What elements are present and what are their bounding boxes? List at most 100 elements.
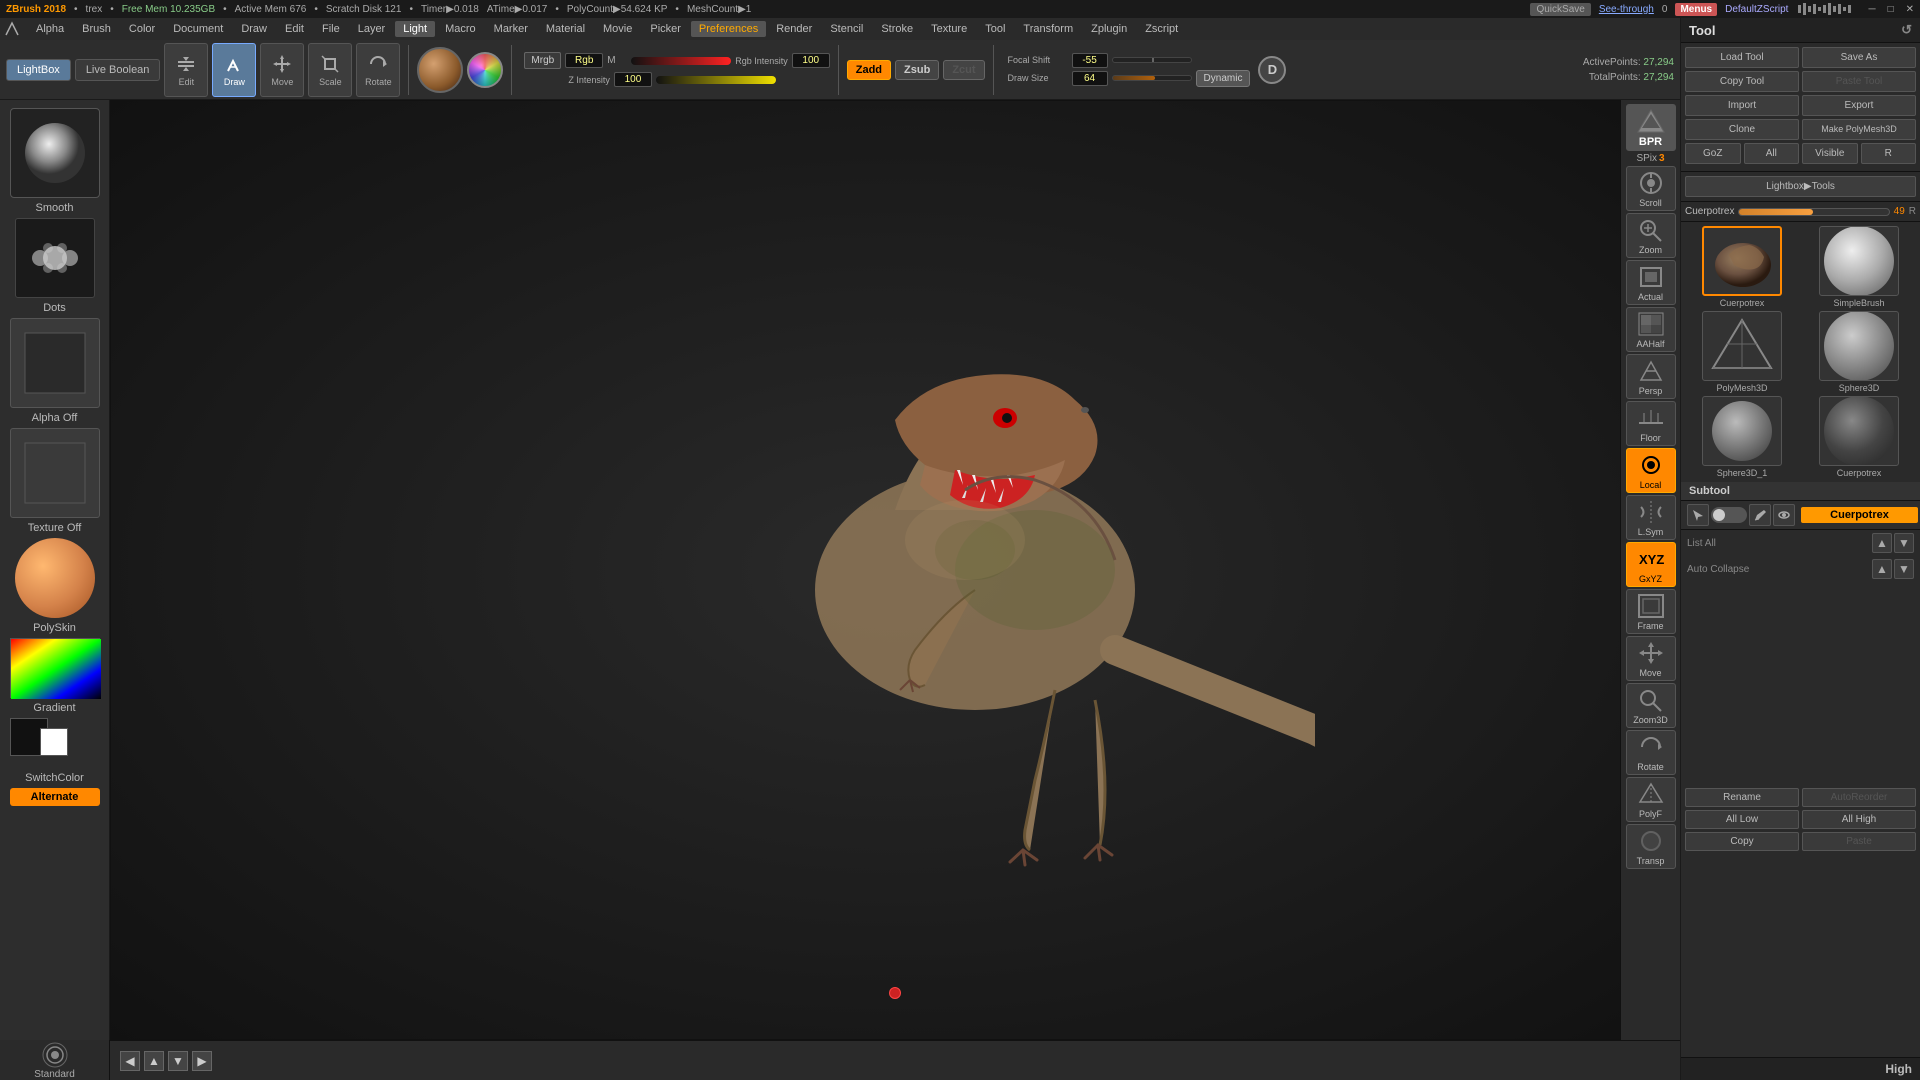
subtool-pencil-icon-btn[interactable] — [1749, 504, 1771, 526]
menu-item-stencil[interactable]: Stencil — [822, 21, 871, 37]
goz-button[interactable]: GoZ — [1685, 143, 1741, 164]
visible-button[interactable]: Visible — [1802, 143, 1858, 164]
alt-color-swatch[interactable] — [40, 728, 68, 756]
minimize-icon[interactable]: ─ — [1868, 4, 1875, 15]
r-button[interactable]: R — [1861, 143, 1917, 164]
tool-item-sphere3d-1[interactable]: Sphere3D_1 — [1685, 396, 1799, 478]
subtool-name-button[interactable]: Cuerpotrex — [1801, 507, 1918, 523]
menu-item-marker[interactable]: Marker — [486, 21, 536, 37]
material-sphere[interactable] — [417, 47, 463, 93]
menu-item-preferences[interactable]: Preferences — [691, 21, 766, 37]
transp-button[interactable]: Transp — [1626, 824, 1676, 869]
persp-button[interactable]: Persp — [1626, 354, 1676, 399]
tool-item-sphere3d[interactable]: Sphere3D — [1802, 311, 1916, 393]
tool-item-cuerpotrex[interactable]: Cuerpotrex — [1685, 226, 1799, 308]
all-high-button[interactable]: All High — [1802, 810, 1916, 829]
draw-button[interactable]: Draw — [212, 43, 256, 97]
menu-item-zplugin[interactable]: Zplugin — [1083, 21, 1135, 37]
default-zscript[interactable]: DefaultZScript — [1725, 4, 1788, 15]
auto-collapse-up-arrow[interactable]: ▲ — [1872, 559, 1892, 579]
subtool-toggle[interactable] — [1711, 507, 1747, 523]
tool-item-polymesh3d[interactable]: PolyMesh3D — [1685, 311, 1799, 393]
dots-brush-preview[interactable] — [15, 218, 95, 298]
menu-item-zscript[interactable]: Zscript — [1137, 21, 1186, 37]
all-low-button[interactable]: All Low — [1685, 810, 1799, 829]
save-as-button[interactable]: Save As — [1802, 47, 1916, 68]
list-all-up-arrow[interactable]: ▲ — [1872, 533, 1892, 553]
gxyz-button[interactable]: XYZ GxYZ — [1626, 542, 1676, 587]
menu-item-document[interactable]: Document — [165, 21, 231, 37]
z-intensity-slider[interactable] — [656, 76, 776, 84]
import-button[interactable]: Import — [1685, 95, 1799, 116]
quicksave-button[interactable]: QuickSave — [1530, 3, 1590, 16]
draw-size-slider[interactable] — [1112, 75, 1192, 81]
gradient-bar[interactable] — [10, 638, 100, 698]
tool-item-simplebrush[interactable]: SimpleBrush — [1802, 226, 1916, 308]
zcut-button[interactable]: Zcut — [943, 60, 984, 80]
actual-button[interactable]: Actual — [1626, 260, 1676, 305]
alternate-button[interactable]: Alternate — [10, 788, 100, 806]
tool-item-cuerpotrex-2[interactable]: Cuerpotrex — [1802, 396, 1916, 478]
zoom-button[interactable]: Zoom — [1626, 213, 1676, 258]
menu-item-movie[interactable]: Movie — [595, 21, 640, 37]
floor-arrow-down[interactable]: ▼ — [168, 1051, 188, 1071]
mrgb-button[interactable]: Mrgb — [524, 52, 561, 69]
export-button[interactable]: Export — [1802, 95, 1916, 116]
menu-item-material[interactable]: Material — [538, 21, 593, 37]
menu-item-layer[interactable]: Layer — [350, 21, 394, 37]
rotate-button[interactable]: Rotate — [356, 43, 400, 97]
focal-shift-slider[interactable] — [1112, 57, 1192, 63]
menu-item-light[interactable]: Light — [395, 21, 435, 37]
menu-item-tool[interactable]: Tool — [977, 21, 1013, 37]
standard-brush[interactable]: Standard — [0, 1040, 110, 1080]
draw-size-value[interactable]: 64 — [1072, 71, 1108, 86]
load-tool-button[interactable]: Load Tool — [1685, 47, 1799, 68]
polyf-button[interactable]: PolyF — [1626, 777, 1676, 822]
move-button[interactable]: Move — [260, 43, 304, 97]
maximize-icon[interactable]: □ — [1888, 4, 1894, 15]
scale-button[interactable]: Scale — [308, 43, 352, 97]
scroll-button[interactable]: Scroll — [1626, 166, 1676, 211]
bpr-button[interactable]: BPR — [1626, 104, 1676, 151]
clone-button[interactable]: Clone — [1685, 119, 1799, 140]
canvas-area[interactable] — [110, 100, 1680, 1040]
zadd-button[interactable]: Zadd — [847, 60, 891, 80]
lightbox-tools-button[interactable]: Lightbox▶Tools — [1685, 176, 1916, 197]
menu-item-macro[interactable]: Macro — [437, 21, 484, 37]
make-polymesh3d-button[interactable]: Make PolyMesh3D — [1802, 119, 1916, 140]
menu-item-stroke[interactable]: Stroke — [873, 21, 921, 37]
menu-item-picker[interactable]: Picker — [642, 21, 689, 37]
frame-button[interactable]: Frame — [1626, 589, 1676, 634]
menu-item-color[interactable]: Color — [121, 21, 163, 37]
lsym-button[interactable]: L.Sym — [1626, 495, 1676, 540]
alpha-preview[interactable] — [10, 318, 100, 408]
texture-preview[interactable] — [10, 428, 100, 518]
menu-item-file[interactable]: File — [314, 21, 348, 37]
floor-arrow-right[interactable]: ▶ — [192, 1051, 212, 1071]
paste-tool-button[interactable]: Paste Tool — [1802, 71, 1916, 92]
auto-collapse-down-arrow[interactable]: ▼ — [1894, 559, 1914, 579]
smooth-brush-preview[interactable] — [10, 108, 100, 198]
floor-button[interactable]: Floor — [1626, 401, 1676, 446]
menu-item-alpha[interactable]: Alpha — [28, 21, 72, 37]
refresh-icon[interactable]: ↺ — [1901, 22, 1912, 38]
close-icon[interactable]: ✕ — [1906, 4, 1914, 15]
local-button[interactable]: Local — [1626, 448, 1676, 493]
copy-tool-button[interactable]: Copy Tool — [1685, 71, 1799, 92]
list-all-down-arrow[interactable]: ▼ — [1894, 533, 1914, 553]
aa-half-button[interactable]: AAHalf — [1626, 307, 1676, 352]
rgb-intensity-value[interactable]: 100 — [792, 53, 830, 68]
d-button[interactable]: D — [1258, 56, 1286, 84]
see-through-button[interactable]: See-through — [1599, 4, 1654, 15]
menu-item-transform[interactable]: Transform — [1015, 21, 1081, 37]
menu-item-brush[interactable]: Brush — [74, 21, 119, 37]
subtool-eye-icon-btn[interactable] — [1773, 504, 1795, 526]
rotate3d-button[interactable]: Rotate — [1626, 730, 1676, 775]
color-selector[interactable] — [467, 52, 503, 88]
z-intensity-value[interactable]: 100 — [614, 72, 652, 87]
paste-button[interactable]: Paste — [1802, 832, 1916, 851]
switch-color-box[interactable] — [10, 718, 100, 768]
live-boolean-button[interactable]: Live Boolean — [75, 59, 161, 81]
zoom3d-button[interactable]: Zoom3D — [1626, 683, 1676, 728]
rgb-slider[interactable] — [631, 57, 731, 65]
